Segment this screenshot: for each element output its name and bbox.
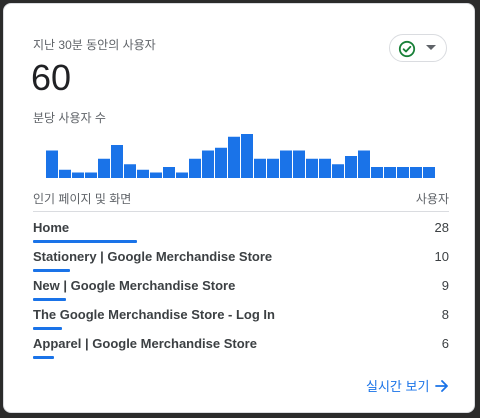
chart-bar [423,167,435,178]
chart-bar [397,167,409,178]
table-row[interactable]: Home 28 [33,220,449,249]
status-dropdown[interactable] [389,34,447,62]
card-title: 지난 30분 동안의 사용자 [33,38,156,52]
share-bar [33,240,137,243]
chart-bar [85,172,97,178]
users-per-minute-chart [46,134,435,178]
chart-bar [254,158,266,178]
table-row[interactable]: Apparel | Google Merchandise Store 6 [33,336,449,365]
chart-bar [410,167,422,178]
chart-bar [384,167,396,178]
chart-bar [150,172,162,178]
chart-bar [124,164,136,178]
table-row[interactable]: The Google Merchandise Store - Log In 8 [33,307,449,336]
chart-bar [46,150,58,178]
chart-bar [72,172,84,178]
chart-bar [59,169,71,178]
chart-bar [345,156,357,178]
page-name[interactable]: Apparel | Google Merchandise Store [33,336,257,352]
header-users: 사용자 [415,192,449,206]
chart-bar [163,167,175,178]
view-realtime-link[interactable]: 실시간 보기 [366,376,449,395]
chart-bar [241,134,253,178]
user-count: 9 [441,278,449,293]
page-name[interactable]: Home [33,220,69,236]
chart-bar [98,158,110,178]
share-bar [33,356,54,359]
user-count: 6 [441,336,449,351]
chart-bar [306,158,318,178]
page-name[interactable]: The Google Merchandise Store - Log In [33,307,275,323]
user-count: 8 [441,307,449,322]
chart-bar [137,169,149,178]
caret-down-icon [426,45,436,50]
chart-bar [176,172,188,178]
user-count: 28 [434,220,449,235]
share-bar [33,327,62,330]
chart-bar [202,150,214,178]
chart-bar [371,167,383,178]
total-users-value: 60 [31,57,72,98]
table-header: 인기 페이지 및 화면 사용자 [33,190,449,207]
view-realtime-label[interactable]: 실시간 보기 [366,376,429,395]
share-bar [33,298,66,301]
chart-bar [319,158,331,178]
header-divider [33,211,449,212]
chart-bar [332,164,344,178]
header-page: 인기 페이지 및 화면 [33,192,132,206]
chart-bar [111,145,123,178]
table-row[interactable]: New | Google Merchandise Store 9 [33,278,449,307]
table-row[interactable]: Stationery | Google Merchandise Store 10 [33,249,449,278]
page-name[interactable]: Stationery | Google Merchandise Store [33,249,272,265]
check-circle-icon [398,40,416,58]
chart-bar [280,150,292,178]
chart-bar [215,147,227,178]
chart-bar [228,136,240,178]
arrow-right-icon[interactable] [435,379,449,393]
realtime-users-card: 지난 30분 동안의 사용자 60 분당 사용자 수 인기 페이지 및 화면 사… [3,3,475,413]
chart-subtitle: 분당 사용자 수 [33,111,106,125]
page-name[interactable]: New | Google Merchandise Store [33,278,235,294]
chart-bar [267,158,279,178]
chart-bar [189,158,201,178]
share-bar [33,269,70,272]
user-count: 10 [434,249,449,264]
chart-bar [358,150,370,178]
chart-bar [293,150,305,178]
